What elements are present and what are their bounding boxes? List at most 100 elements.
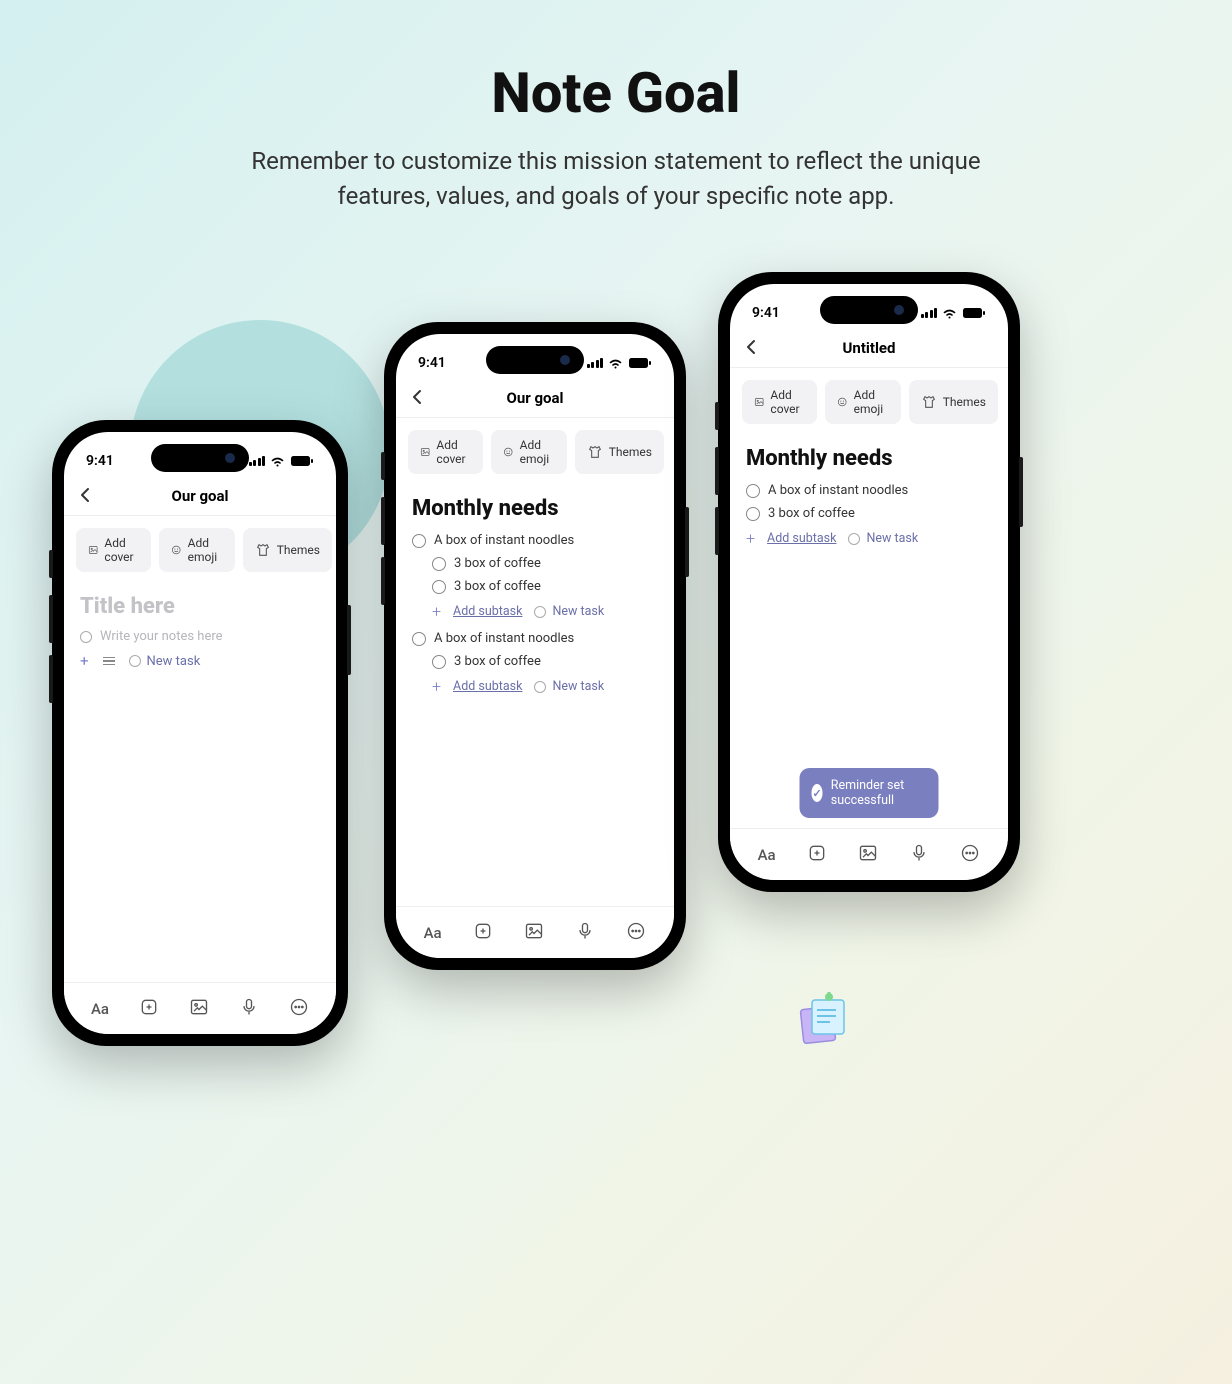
text-format-button[interactable]: Aa	[424, 924, 442, 942]
add-cover-chip[interactable]: Add cover	[408, 430, 483, 474]
dynamic-island	[151, 444, 249, 472]
nav-bar: Untitled	[730, 328, 1008, 368]
chip-row: Add cover Add emoji Themes	[730, 368, 1008, 432]
dynamic-island	[820, 296, 918, 324]
radio-empty[interactable]	[432, 580, 446, 594]
add-block-button[interactable]	[807, 843, 827, 867]
add-subtask-link[interactable]: Add subtask	[453, 604, 522, 619]
task-label: A box of instant noodles	[434, 631, 574, 646]
toast-success: ✓ Reminder set successfull	[800, 768, 939, 818]
themes-chip[interactable]: Themes	[575, 430, 664, 474]
back-button[interactable]	[80, 484, 90, 508]
phone-mockup-1: 9:41 Our goal Add cover Add emoji	[52, 420, 348, 1046]
mic-button[interactable]	[575, 921, 595, 945]
add-cover-chip[interactable]: Add cover	[742, 380, 817, 424]
radio-empty[interactable]	[534, 606, 546, 618]
image-button[interactable]	[524, 921, 544, 945]
shirt-icon	[587, 444, 603, 460]
plus-icon[interactable]: +	[746, 529, 755, 548]
radio-empty[interactable]	[412, 632, 426, 646]
add-subtask-link[interactable]: Add subtask	[453, 679, 522, 694]
back-button[interactable]	[412, 386, 422, 410]
add-cover-chip[interactable]: Add cover	[76, 528, 151, 572]
hero-title: Note Goal	[0, 60, 1232, 126]
text-format-button[interactable]: Aa	[758, 846, 776, 864]
subtask-label: 3 box of coffee	[454, 556, 541, 571]
hero: Note Goal Remember to customize this mis…	[0, 0, 1232, 214]
radio-empty[interactable]	[412, 534, 426, 548]
task-item[interactable]: 3 box of coffee	[746, 506, 992, 521]
status-time: 9:41	[86, 453, 114, 469]
new-task-link[interactable]: New task	[866, 531, 918, 546]
nav-title: Untitled	[843, 339, 896, 357]
chip-label: Add cover	[436, 438, 471, 466]
wifi-icon	[942, 308, 957, 319]
themes-chip[interactable]: Themes	[243, 528, 332, 572]
plus-icon[interactable]: +	[80, 652, 89, 670]
note-title[interactable]: Monthly needs	[412, 496, 658, 521]
task-label: A box of instant noodles	[434, 533, 574, 548]
menu-icon[interactable]	[103, 657, 115, 666]
sticky-note-icon	[796, 990, 852, 1054]
radio-empty[interactable]	[746, 484, 760, 498]
chip-label: Add emoji	[854, 388, 889, 416]
subtask-item[interactable]: 3 box of coffee	[432, 556, 658, 571]
battery-icon	[290, 455, 314, 467]
add-block-button[interactable]	[473, 921, 493, 945]
plus-icon[interactable]: +	[432, 677, 441, 696]
back-button[interactable]	[746, 336, 756, 360]
task-item[interactable]: A box of instant noodles	[412, 631, 658, 646]
add-emoji-chip[interactable]: Add emoji	[491, 430, 567, 474]
task-item[interactable]: A box of instant noodles	[746, 483, 992, 498]
add-subtask-link[interactable]: Add subtask	[767, 531, 836, 546]
more-button[interactable]	[626, 921, 646, 945]
notes-placeholder[interactable]: Write your notes here	[100, 629, 223, 644]
more-button[interactable]	[289, 997, 309, 1021]
phone-mockup-2: 9:41 Our goal Add cover Add emoji	[384, 322, 686, 970]
signal-icon	[249, 456, 266, 466]
chip-label: Themes	[277, 543, 320, 557]
subtask-item[interactable]: 3 box of coffee	[432, 654, 658, 669]
radio-empty[interactable]	[80, 631, 92, 643]
chip-label: Themes	[609, 445, 652, 459]
dynamic-island	[486, 346, 584, 374]
new-task-link[interactable]: New task	[552, 679, 604, 694]
note-title[interactable]: Monthly needs	[746, 446, 992, 471]
image-button[interactable]	[189, 997, 209, 1021]
plus-icon[interactable]: +	[432, 602, 441, 621]
nav-bar: Our goal	[64, 476, 336, 516]
task-item[interactable]: A box of instant noodles	[412, 533, 658, 548]
chip-label: Add emoji	[188, 536, 223, 564]
title-input-placeholder[interactable]: Title here	[80, 594, 320, 619]
bottom-toolbar: Aa	[396, 906, 674, 958]
image-icon	[420, 444, 430, 460]
nav-bar: Our goal	[396, 378, 674, 418]
add-emoji-chip[interactable]: Add emoji	[825, 380, 901, 424]
new-task-link[interactable]: New task	[552, 604, 604, 619]
add-emoji-chip[interactable]: Add emoji	[159, 528, 235, 572]
text-format-button[interactable]: Aa	[91, 1000, 109, 1018]
new-task-link[interactable]: New task	[147, 654, 201, 669]
radio-empty[interactable]	[746, 507, 760, 521]
themes-chip[interactable]: Themes	[909, 380, 998, 424]
radio-empty[interactable]	[848, 533, 860, 545]
subtask-label: 3 box of coffee	[454, 654, 541, 669]
more-button[interactable]	[960, 843, 980, 867]
battery-icon	[628, 357, 652, 369]
chip-label: Add cover	[770, 388, 805, 416]
image-icon	[88, 542, 98, 558]
add-block-button[interactable]	[139, 997, 159, 1021]
radio-empty[interactable]	[129, 655, 141, 667]
emoji-icon	[503, 444, 513, 460]
wifi-icon	[270, 456, 285, 467]
subtask-item[interactable]: 3 box of coffee	[432, 579, 658, 594]
image-icon	[754, 394, 764, 410]
mic-button[interactable]	[239, 997, 259, 1021]
emoji-icon	[837, 394, 847, 410]
status-time: 9:41	[752, 305, 780, 321]
radio-empty[interactable]	[534, 681, 546, 693]
mic-button[interactable]	[909, 843, 929, 867]
radio-empty[interactable]	[432, 557, 446, 571]
image-button[interactable]	[858, 843, 878, 867]
radio-empty[interactable]	[432, 655, 446, 669]
